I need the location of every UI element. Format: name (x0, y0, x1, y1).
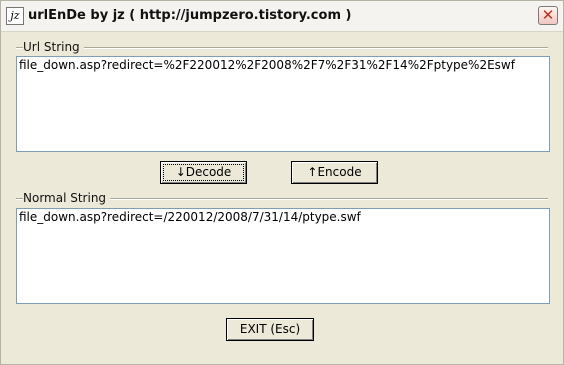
normal-string-field[interactable]: file_down.asp?redirect=/220012/2008/7/31… (16, 208, 550, 304)
url-group-title: Url String (23, 40, 84, 54)
app-window: jz urlEnDe by jz ( http://jumpzero.tisto… (0, 0, 564, 365)
decode-button[interactable]: ↓Decode (160, 161, 247, 184)
window-title: urlEnDe by jz ( http://jumpzero.tistory.… (28, 8, 352, 23)
title-bar: jz urlEnDe by jz ( http://jumpzero.tisto… (1, 1, 563, 32)
exit-button[interactable]: EXIT (Esc) (226, 318, 314, 341)
url-group-divider (16, 47, 548, 49)
app-icon: jz (6, 7, 24, 25)
normal-group-title: Normal String (23, 191, 111, 205)
encode-button[interactable]: ↑Encode (291, 161, 378, 184)
close-button[interactable]: ✕ (538, 6, 558, 25)
url-string-field[interactable]: file_down.asp?redirect=%2F220012%2F2008%… (16, 56, 550, 152)
close-icon: ✕ (541, 6, 555, 24)
